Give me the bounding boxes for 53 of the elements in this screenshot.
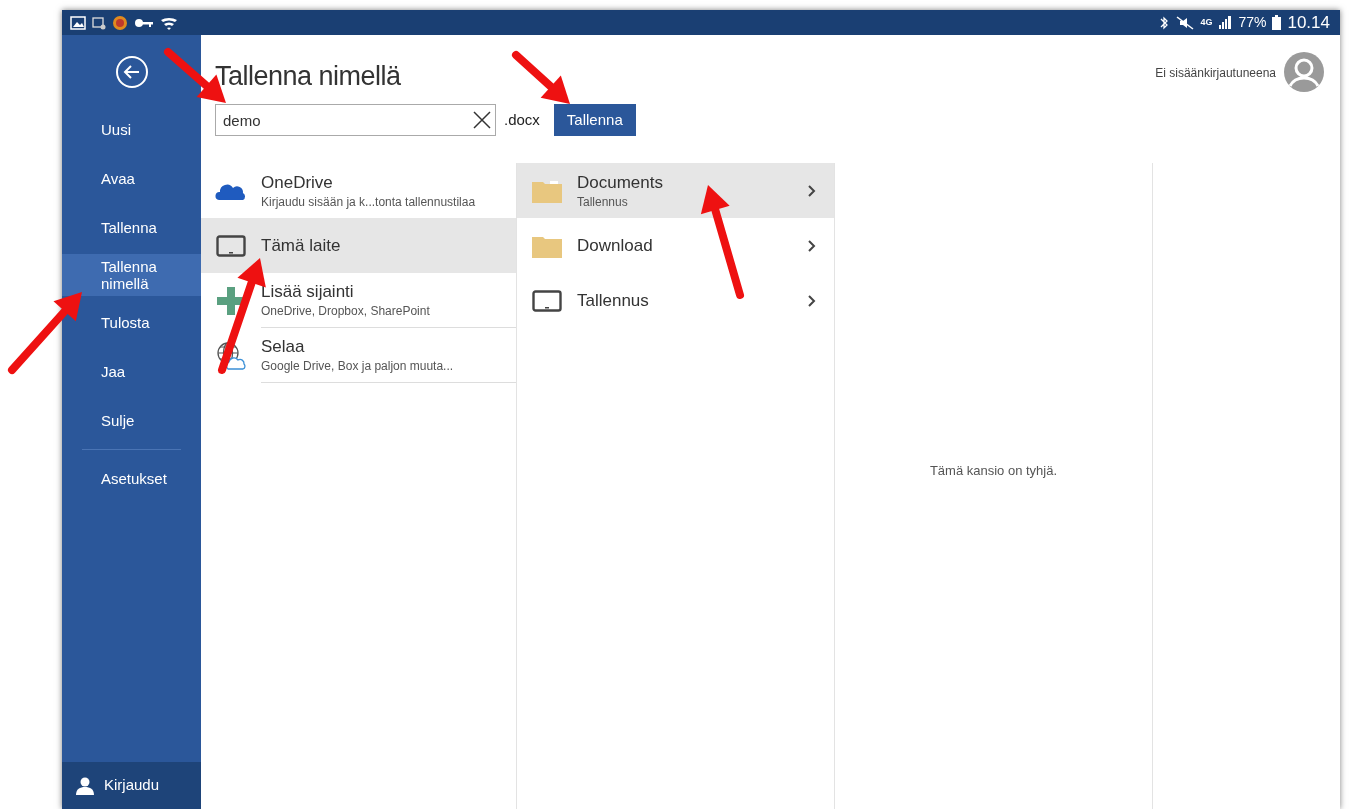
sign-in-button[interactable]: Kirjaudu (62, 762, 201, 809)
image-icon (70, 15, 86, 30)
globe-cloud-icon (216, 340, 246, 371)
battery-icon (1272, 15, 1282, 30)
clock: 10.14 (1287, 11, 1330, 34)
folder-item[interactable]: Documents Tallennus (517, 163, 834, 218)
wifi-icon (160, 15, 178, 30)
page-title: Tallenna nimellä (215, 60, 401, 92)
sidebar-item[interactable]: Asetukset (62, 454, 201, 505)
item-subtitle: OneDrive, Dropbox, SharePoint (261, 303, 431, 319)
battery-percent: 77% (1238, 13, 1267, 32)
sidebar-item[interactable]: Sulje (62, 396, 201, 445)
back-button[interactable] (115, 56, 148, 88)
filename-field[interactable]: demo (215, 104, 496, 136)
item-name: OneDrive (261, 171, 334, 194)
empty-folder-message: Tämä kansio on tyhjä. (929, 462, 1058, 481)
item-name: Documents (577, 171, 664, 194)
key-icon (134, 16, 154, 29)
sidebar-item[interactable]: Jaa (62, 347, 201, 396)
person-icon (76, 776, 94, 795)
tablet-icon (216, 234, 246, 257)
network-label: 4G (1200, 18, 1213, 27)
plus-icon (217, 286, 245, 315)
account-status: Ei sisäänkirjautuneena (1155, 65, 1276, 82)
avatar-icon[interactable] (1284, 52, 1324, 92)
mute-icon (1176, 15, 1195, 30)
chevron-icon (808, 184, 816, 197)
location-item[interactable]: Tämä laite (201, 218, 516, 273)
screen-icon (92, 15, 106, 30)
chevron-icon (808, 239, 816, 252)
chevron-icon (808, 294, 816, 307)
sidebar-item[interactable]: Tallenna nimellä (62, 254, 201, 296)
item-name: Tallennus (577, 289, 650, 312)
item-subtitle: Kirjaudu sisään ja k...tonta tallennustilaa (261, 193, 477, 210)
folder-icon (532, 178, 562, 203)
sidebar-item[interactable]: Uusi (62, 105, 201, 154)
item-name: Lisää sijainti (261, 281, 355, 303)
save-button[interactable]: Tallenna (553, 104, 636, 136)
item-name: Tämä laite (261, 234, 342, 257)
item-name: Selaa (261, 336, 306, 358)
item-name: Download (577, 234, 654, 257)
sidebar-item[interactable]: Tulosta (62, 298, 201, 347)
sidebar-item[interactable]: Avaa (62, 154, 201, 203)
badge-icon (112, 14, 128, 31)
item-subtitle: Google Drive, Box ja paljon muuta... (261, 358, 455, 374)
item-subtitle: Tallennus (577, 193, 629, 210)
clear-icon[interactable] (473, 111, 491, 129)
file-extension: .docx (504, 109, 540, 130)
sidebar-item[interactable]: Tallenna (62, 203, 201, 252)
signal-icon (1218, 16, 1233, 29)
back-arrow-icon (122, 65, 141, 79)
annotation-arrow (512, 51, 570, 104)
tablet-icon (532, 289, 562, 312)
